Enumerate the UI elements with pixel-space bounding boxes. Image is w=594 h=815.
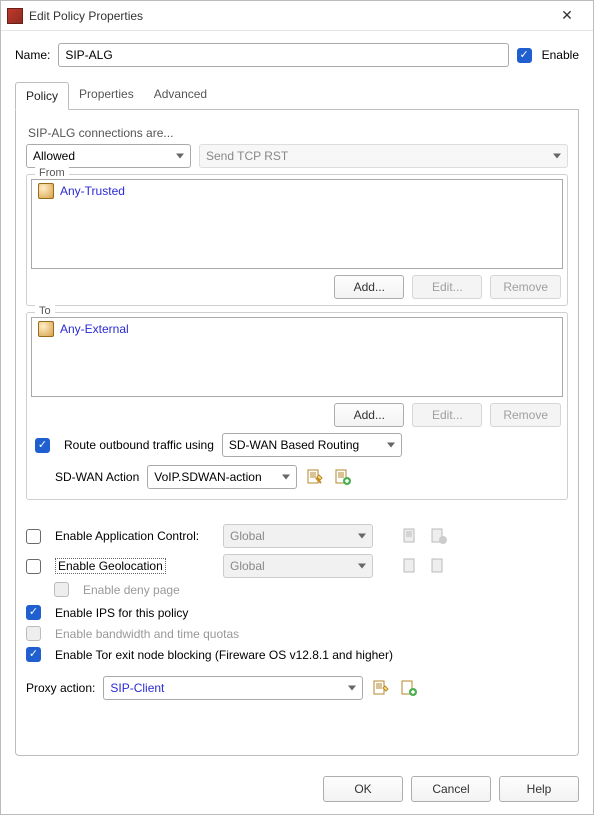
sdwan-action-select[interactable]: VoIP.SDWAN-action — [147, 465, 297, 489]
name-label: Name: — [15, 48, 50, 62]
to-listbox[interactable]: Any-External — [31, 317, 563, 397]
edit-icon — [307, 469, 323, 485]
dialog-window: Edit Policy Properties ✕ Name: Enable Po… — [0, 0, 594, 815]
edit-icon — [403, 528, 419, 544]
proxy-action-label: Proxy action: — [26, 681, 95, 695]
tab-policy[interactable]: Policy — [15, 82, 69, 110]
cancel-button[interactable]: Cancel — [411, 776, 491, 802]
route-outbound-select[interactable]: SD-WAN Based Routing — [222, 433, 402, 457]
tor-label: Enable Tor exit node blocking (Fireware … — [55, 648, 393, 662]
list-item[interactable]: Any-External — [32, 318, 562, 340]
quotas-label: Enable bandwidth and time quotas — [55, 627, 239, 641]
app-icon — [7, 8, 23, 24]
close-icon: ✕ — [561, 7, 573, 24]
geolocation-select: Global — [223, 554, 373, 578]
connections-description: SIP-ALG connections are... — [28, 126, 568, 140]
quotas-checkbox — [26, 626, 41, 641]
disposition-select[interactable]: Allowed — [26, 144, 191, 168]
tab-advanced[interactable]: Advanced — [144, 81, 217, 109]
ips-label: Enable IPS for this policy — [55, 606, 188, 620]
sdwan-action-add-button[interactable] — [333, 467, 353, 487]
proxy-action-select[interactable]: SIP-Client — [103, 676, 363, 700]
geolocation-add-button — [429, 556, 449, 576]
edit-icon — [403, 558, 419, 574]
from-edit-button: Edit... — [412, 275, 482, 299]
tabstrip: Policy Properties Advanced — [15, 81, 579, 110]
dialog-footer: OK Cancel Help — [1, 766, 593, 814]
proxy-action-edit-button[interactable] — [371, 678, 391, 698]
titlebar: Edit Policy Properties ✕ — [1, 1, 593, 31]
geolocation-edit-button — [401, 556, 421, 576]
app-control-select: Global — [223, 524, 373, 548]
alias-icon — [38, 321, 54, 337]
from-remove-button: Remove — [490, 275, 561, 299]
sdwan-action-edit-button[interactable] — [305, 467, 325, 487]
to-add-button[interactable]: Add... — [334, 403, 404, 427]
window-title: Edit Policy Properties — [29, 9, 547, 23]
app-control-checkbox[interactable] — [26, 529, 41, 544]
ips-checkbox[interactable] — [26, 605, 41, 620]
add-icon — [431, 558, 447, 574]
geolocation-checkbox[interactable] — [26, 559, 41, 574]
sdwan-action-label: SD-WAN Action — [55, 470, 139, 484]
list-item-label: Any-Trusted — [60, 184, 125, 198]
add-icon — [335, 469, 351, 485]
from-legend: From — [35, 167, 69, 179]
tcp-rst-select[interactable]: Send TCP RST — [199, 144, 568, 168]
route-outbound-label: Route outbound traffic using — [64, 438, 214, 452]
geolocation-label: Enable Geolocation — [55, 558, 166, 574]
app-control-label: Enable Application Control: — [55, 529, 215, 543]
tab-page-policy: SIP-ALG connections are... Allowed Send … — [15, 110, 579, 756]
add-icon — [401, 680, 417, 696]
tor-checkbox[interactable] — [26, 647, 41, 662]
from-listbox[interactable]: Any-Trusted — [31, 179, 563, 269]
ok-button[interactable]: OK — [323, 776, 403, 802]
app-control-add-button — [429, 526, 449, 546]
deny-page-checkbox — [54, 582, 69, 597]
deny-page-label: Enable deny page — [83, 583, 180, 597]
add-icon — [431, 528, 447, 544]
to-fieldset: To Any-External Add... Edit... Remove Ro… — [26, 312, 568, 500]
list-item[interactable]: Any-Trusted — [32, 180, 562, 202]
alias-icon — [38, 183, 54, 199]
enable-checkbox[interactable] — [517, 48, 532, 63]
route-outbound-checkbox[interactable] — [35, 438, 50, 453]
name-input[interactable] — [58, 43, 508, 67]
app-control-edit-button — [401, 526, 421, 546]
edit-icon — [373, 680, 389, 696]
to-remove-button: Remove — [490, 403, 561, 427]
from-fieldset: From Any-Trusted Add... Edit... Remove — [26, 174, 568, 306]
list-item-label: Any-External — [60, 322, 129, 336]
enable-label: Enable — [542, 48, 579, 62]
tab-properties[interactable]: Properties — [69, 81, 144, 109]
help-button[interactable]: Help — [499, 776, 579, 802]
from-add-button[interactable]: Add... — [334, 275, 404, 299]
proxy-action-add-button[interactable] — [399, 678, 419, 698]
close-button[interactable]: ✕ — [547, 2, 587, 30]
to-edit-button: Edit... — [412, 403, 482, 427]
to-legend: To — [35, 305, 55, 317]
